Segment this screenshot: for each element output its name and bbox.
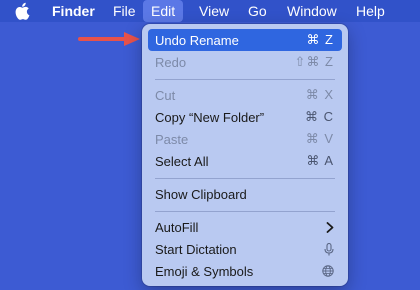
menu-item-shortcut: ⌘ X	[305, 87, 334, 102]
menubar-item-window[interactable]: Window	[287, 0, 337, 22]
menu-item-label: Start Dictation	[155, 241, 237, 257]
menubar-item-finder[interactable]: Finder	[52, 0, 95, 22]
menu-item-paste: Paste ⌘ V	[148, 128, 342, 150]
menu-item-redo: Redo ⇧⌘ Z	[148, 51, 342, 73]
menu-separator	[155, 79, 335, 80]
menu-item-undo-rename[interactable]: Undo Rename ⌘ Z	[148, 29, 342, 51]
menu-separator	[155, 178, 335, 179]
menubar-item-help[interactable]: Help	[356, 0, 385, 22]
menu-item-shortcut: ⇧⌘ Z	[294, 54, 334, 69]
menu-item-label: Redo	[155, 54, 187, 70]
menu-item-cut: Cut ⌘ X	[148, 84, 342, 106]
menu-item-select-all[interactable]: Select All ⌘ A	[148, 150, 342, 172]
menu-item-shortcut: ⌘ V	[305, 131, 334, 146]
menubar-item-view[interactable]: View	[199, 0, 229, 22]
red-pointer-arrow-icon	[78, 32, 140, 46]
menu-item-label: Select All	[155, 153, 209, 169]
menubar-item-go[interactable]: Go	[248, 0, 267, 22]
globe-icon	[322, 265, 334, 277]
menu-item-shortcut: ⌘ Z	[306, 32, 334, 47]
microphone-icon	[324, 242, 334, 256]
apple-icon[interactable]	[12, 2, 32, 20]
menu-item-copy[interactable]: Copy “New Folder” ⌘ C	[148, 106, 342, 128]
menu-item-label: Emoji & Symbols	[155, 263, 254, 279]
menu-bar: Finder File Edit View Go Window Help	[0, 0, 420, 22]
menu-item-autofill[interactable]: AutoFill	[148, 216, 342, 238]
menu-item-emoji-symbols[interactable]: Emoji & Symbols	[148, 260, 342, 282]
menu-item-start-dictation[interactable]: Start Dictation	[148, 238, 342, 260]
chevron-right-icon	[326, 221, 334, 233]
menu-item-show-clipboard[interactable]: Show Clipboard	[148, 183, 342, 205]
menu-item-label: Cut	[155, 87, 176, 103]
menu-separator	[155, 211, 335, 212]
menu-item-shortcut: ⌘ A	[306, 153, 334, 168]
menu-item-label: Paste	[155, 131, 189, 147]
menu-item-label: Undo Rename	[155, 32, 239, 48]
menu-item-label: Show Clipboard	[155, 186, 247, 202]
menu-item-label: Copy “New Folder”	[155, 109, 265, 125]
menubar-item-file[interactable]: File	[113, 0, 136, 22]
edit-menu-dropdown: Undo Rename ⌘ Z Redo ⇧⌘ Z Cut ⌘ X Copy “…	[142, 24, 348, 286]
menu-item-shortcut: ⌘ C	[305, 109, 334, 124]
menu-item-label: AutoFill	[155, 219, 199, 235]
menubar-item-edit[interactable]: Edit	[143, 0, 184, 22]
